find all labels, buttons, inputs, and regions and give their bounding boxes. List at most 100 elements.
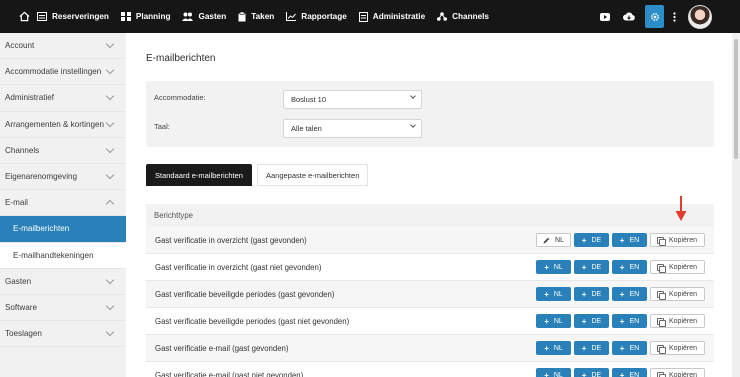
video-button[interactable]	[595, 0, 615, 33]
tab-standaard[interactable]: Standaard e-mailberichten	[146, 164, 252, 186]
plus-icon: +	[544, 262, 549, 272]
plus-icon: +	[619, 316, 625, 326]
table-header: Berichttype	[146, 204, 714, 227]
sidebar-item-label: E-mailberichten	[13, 224, 70, 234]
language-code: EN	[629, 344, 640, 352]
cloud-download-button[interactable]	[619, 0, 639, 33]
copy-button[interactable]: Kopiëren	[650, 341, 705, 355]
chevron-down-icon	[410, 93, 416, 99]
nav-rapportage[interactable]: Rapportage	[286, 0, 347, 33]
add-nl-button[interactable]: + NL	[536, 260, 571, 274]
copy-icon	[657, 371, 666, 377]
add-nl-button[interactable]: + NL	[536, 314, 571, 328]
add-de-button[interactable]: + DE	[574, 314, 609, 328]
sidebar-subitem-e-mailhandtekeningen[interactable]: E-mailhandtekeningen	[0, 242, 126, 269]
add-de-button[interactable]: + DE	[574, 368, 609, 377]
message-type-label: Gast verificatie in overzicht (gast gevo…	[155, 235, 307, 245]
language-code: NL	[553, 263, 563, 271]
accommodation-select[interactable]: Boslust 10	[283, 90, 422, 109]
message-tabs: Standaard e-mailberichten Aangepaste e-m…	[146, 164, 373, 186]
language-code: EN	[629, 236, 640, 244]
edit-nl-button[interactable]: NL	[536, 233, 571, 247]
sidebar-subitem-e-mailberichten[interactable]: E-mailberichten	[0, 216, 126, 243]
chevron-down-icon	[410, 122, 416, 128]
plus-icon: +	[619, 235, 625, 245]
nav-administratie[interactable]: Administratie	[358, 0, 425, 33]
add-nl-button[interactable]: + NL	[536, 341, 571, 355]
add-en-button[interactable]: + EN	[612, 233, 647, 247]
sidebar-item-administratief[interactable]: Administratief	[0, 85, 126, 112]
sidebar-item-account[interactable]: Account	[0, 33, 126, 60]
more-menu-button[interactable]	[668, 0, 680, 33]
scrollbar-thumb[interactable]	[734, 39, 738, 159]
nav-reserveringen[interactable]: Reserveringen	[37, 0, 109, 33]
sidebar-item-label: Eigenarenomgeving	[5, 172, 77, 182]
chevron-down-icon	[105, 170, 115, 180]
nav-label: Gasten	[198, 12, 227, 21]
add-en-button[interactable]: + EN	[612, 368, 647, 377]
chevron-up-icon	[105, 199, 115, 209]
sidebar-item-accommodatie-instellingen[interactable]: Accommodatie instellingen	[0, 59, 126, 86]
kebab-icon	[672, 11, 676, 22]
nav-label: Channels	[452, 12, 489, 21]
add-en-button[interactable]: + EN	[612, 287, 647, 301]
add-nl-button[interactable]: + NL	[536, 287, 571, 301]
sidebar-item-arrangementen[interactable]: Arrangementen & kortingen	[0, 112, 126, 138]
table-body: Gast verificatie in overzicht (gast gevo…	[146, 227, 714, 377]
copy-button[interactable]: Kopiëren	[650, 260, 705, 274]
copy-button[interactable]: Kopiëren	[650, 314, 705, 328]
sidebar-item-label: Account	[5, 41, 35, 51]
email-messages-table: Berichttype Gast verificatie in overzich…	[146, 204, 714, 377]
sidebar-item-label: Arrangementen & kortingen	[5, 119, 104, 129]
sidebar-item-gasten[interactable]: Gasten	[0, 269, 126, 295]
plus-icon: +	[544, 316, 549, 326]
top-navigation-bar: Reserveringen Planning Gasten Taken Rapp…	[0, 0, 740, 33]
add-en-button[interactable]: + EN	[612, 314, 647, 328]
add-de-button[interactable]: + DE	[574, 233, 609, 247]
chevron-down-icon	[105, 144, 115, 154]
accommodation-select-value: Boslust 10	[291, 95, 327, 104]
language-select[interactable]: Alle talen	[283, 119, 422, 138]
chevron-down-icon	[105, 275, 115, 285]
add-nl-button[interactable]: + NL	[536, 368, 571, 377]
copy-label: Kopiëren	[669, 317, 698, 325]
pencil-icon	[543, 237, 550, 243]
row-actions: + NL + DE + EN Kopiëren	[533, 287, 705, 301]
language-code: EN	[629, 317, 640, 325]
message-type-label: Gast verificatie beveiligde periodes (ga…	[155, 316, 350, 326]
copy-button[interactable]: Kopiëren	[650, 287, 705, 301]
add-de-button[interactable]: + DE	[574, 260, 609, 274]
table-row: Gast verificatie e-mail (gast niet gevon…	[146, 362, 714, 377]
sidebar-item-toeslagen[interactable]: Toeslagen	[0, 321, 126, 348]
sidebar-item-channels[interactable]: Channels	[0, 138, 126, 164]
user-avatar[interactable]	[688, 4, 712, 29]
settings-button[interactable]	[645, 5, 664, 28]
sidebar-item-software[interactable]: Software	[0, 295, 126, 322]
tab-aangepast[interactable]: Aangepaste e-mailberichten	[256, 164, 369, 186]
language-code: NL	[553, 317, 563, 325]
home-button[interactable]	[11, 0, 37, 33]
row-actions: + NL + DE + EN Kopiëren	[533, 368, 705, 377]
accommodation-label: Accommodatie:	[154, 93, 206, 102]
add-en-button[interactable]: + EN	[612, 341, 647, 355]
add-de-button[interactable]: + DE	[574, 341, 609, 355]
add-de-button[interactable]: + DE	[574, 287, 609, 301]
copy-button[interactable]: Kopiëren	[650, 233, 705, 247]
nav-planning[interactable]: Planning	[120, 0, 170, 33]
nav-label: Taken	[251, 12, 275, 21]
chevron-down-icon	[105, 301, 115, 311]
nav-channels[interactable]: Channels	[437, 0, 489, 33]
page-scrollbar[interactable]	[732, 33, 740, 377]
plus-icon: +	[581, 235, 587, 245]
add-en-button[interactable]: + EN	[612, 260, 647, 274]
copy-button[interactable]: Kopiëren	[650, 368, 705, 377]
sidebar-item-label: Toeslagen	[5, 329, 42, 339]
nav-gasten[interactable]: Gasten	[182, 0, 226, 33]
sidebar-item-eigenarenomgeving[interactable]: Eigenarenomgeving	[0, 164, 126, 191]
row-actions: NL + DE + EN Kopiëren	[533, 233, 705, 247]
table-row: Gast verificatie e-mail (gast gevonden) …	[146, 335, 714, 362]
sidebar-item-e-mail[interactable]: E-mail	[0, 190, 126, 217]
plus-icon: +	[581, 262, 587, 272]
plus-icon: +	[581, 316, 587, 326]
nav-taken[interactable]: Taken	[238, 0, 274, 33]
